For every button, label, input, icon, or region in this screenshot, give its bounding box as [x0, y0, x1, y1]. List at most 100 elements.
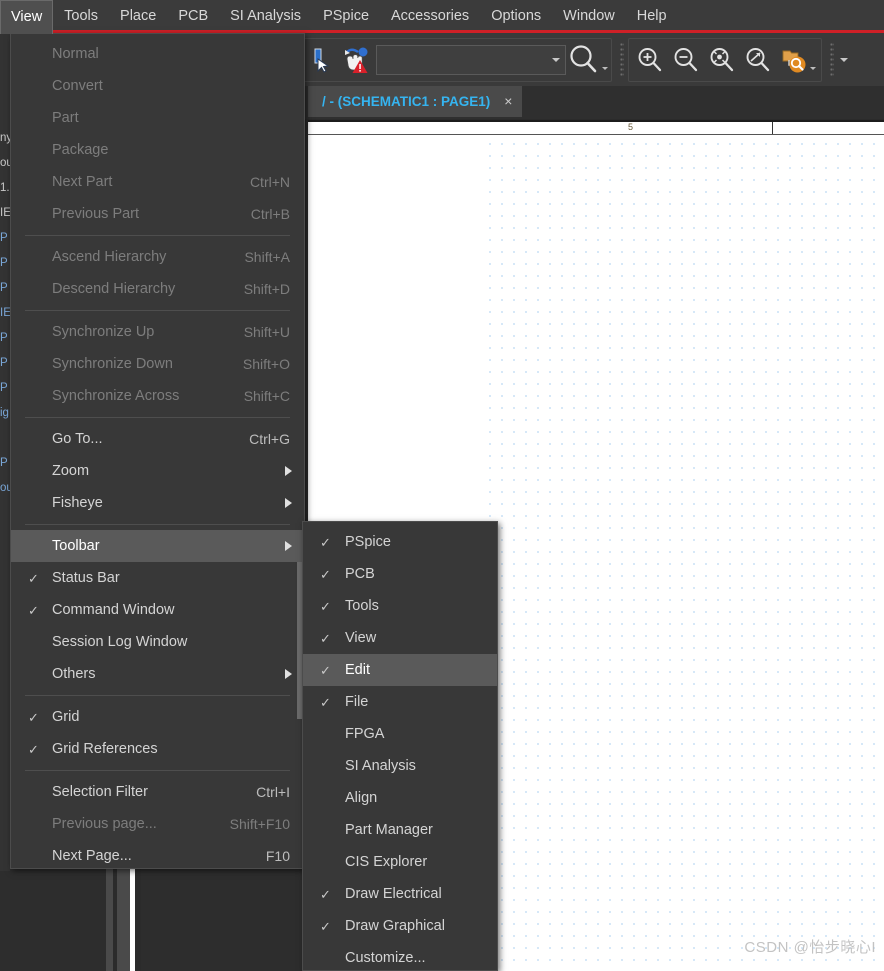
view-menu-item-synchronize-down[interactable]: Synchronize DownShift+O [11, 348, 304, 380]
menu-item-label: Package [52, 142, 290, 158]
menu-options[interactable]: Options [480, 0, 552, 33]
project-tree-row[interactable] [0, 426, 10, 450]
menu-separator [25, 417, 290, 418]
toolbar-submenu-item-fpga[interactable]: FPGA [303, 718, 497, 750]
schematic-canvas[interactable] [482, 135, 884, 971]
view-menu-item-ascend-hierarchy[interactable]: Ascend HierarchyShift+A [11, 241, 304, 273]
menu-tools[interactable]: Tools [53, 0, 109, 33]
view-menu-item-fisheye[interactable]: Fisheye [11, 487, 304, 519]
project-tree-row[interactable]: ig [0, 401, 10, 425]
project-tree-row[interactable]: P [0, 276, 10, 300]
menu-item-label: CIS Explorer [345, 854, 483, 870]
checkmark-icon: ✓ [320, 888, 331, 901]
project-manager-panel[interactable]: nyou1.IEPPPIEPPPigPou [0, 86, 10, 871]
view-menu-item-command-window[interactable]: ✓Command Window [11, 594, 304, 626]
menu-si-analysis[interactable]: SI Analysis [219, 0, 312, 33]
project-tree-row[interactable]: P [0, 351, 10, 375]
view-menu-item-toolbar[interactable]: Toolbar [11, 530, 304, 562]
view-menu-item-synchronize-across[interactable]: Synchronize AcrossShift+C [11, 380, 304, 412]
project-tree-row[interactable]: P [0, 451, 10, 475]
toolbar-submenu-item-view[interactable]: ✓View [303, 622, 497, 654]
view-menu-item-go-to[interactable]: Go To...Ctrl+G [11, 423, 304, 455]
toolbar-submenu-item-draw-electrical[interactable]: ✓Draw Electrical [303, 878, 497, 910]
project-tree-row[interactable]: 1. [0, 176, 10, 200]
toolbar-submenu-item-align[interactable]: Align [303, 782, 497, 814]
toolbar-submenu-item-draw-graphical[interactable]: ✓Draw Graphical [303, 910, 497, 942]
menu-separator [25, 695, 290, 696]
lower-left-filler [0, 866, 308, 971]
grid-reference-ruler-left [308, 120, 482, 135]
project-tree-row[interactable]: IE [0, 301, 10, 325]
menu-item-label: Align [345, 790, 483, 806]
select-cursor-icon[interactable] [304, 40, 340, 80]
view-menu-item-descend-hierarchy[interactable]: Descend HierarchyShift+D [11, 273, 304, 305]
search-input[interactable] [376, 45, 566, 75]
find-magnifier-icon[interactable] [566, 40, 608, 80]
view-menu-item-others[interactable]: Others [11, 658, 304, 690]
menu-accessories[interactable]: Accessories [380, 0, 480, 33]
view-menu-item-next-part[interactable]: Next PartCtrl+N [11, 166, 304, 198]
toolbar-submenu-item-pcb[interactable]: ✓PCB [303, 558, 497, 590]
menu-item-shortcut: Shift+A [244, 249, 290, 265]
chevron-down-icon[interactable] [602, 67, 608, 70]
project-tree-row[interactable]: ou [0, 476, 10, 500]
view-menu-item-previous-page[interactable]: Previous page...Shift+F10 [11, 808, 304, 840]
close-icon[interactable]: × [504, 86, 512, 117]
zoom-to-region-icon[interactable] [740, 40, 776, 80]
toolbar-submenu-item-file[interactable]: ✓File [303, 686, 497, 718]
menu-separator [25, 524, 290, 525]
view-menu-item-zoom[interactable]: Zoom [11, 455, 304, 487]
toolbar-submenu-item-part-manager[interactable]: Part Manager [303, 814, 497, 846]
menu-place[interactable]: Place [109, 0, 167, 33]
view-menu-item-previous-part[interactable]: Previous PartCtrl+B [11, 198, 304, 230]
view-menu-item-selection-filter[interactable]: Selection FilterCtrl+I [11, 776, 304, 808]
project-tree-row[interactable]: P [0, 376, 10, 400]
menu-item-label: Descend Hierarchy [52, 281, 224, 297]
hand-drag-warning-icon[interactable] [340, 40, 376, 80]
toolbar-grip[interactable] [620, 42, 624, 78]
project-tree-row[interactable]: ou [0, 151, 10, 175]
checkmark-icon: ✓ [28, 711, 39, 724]
view-menu-item-convert[interactable]: Convert [11, 70, 304, 102]
view-menu-item-synchronize-up[interactable]: Synchronize UpShift+U [11, 316, 304, 348]
view-menu-item-grid-references[interactable]: ✓Grid References [11, 733, 304, 765]
project-tree-row[interactable]: P [0, 326, 10, 350]
toolbar-submenu-item-edit[interactable]: ✓Edit [303, 654, 497, 686]
toolbar-submenu-item-tools[interactable]: ✓Tools [303, 590, 497, 622]
toolbar-submenu-item-customize[interactable]: Customize... [303, 942, 497, 971]
toolbar-grip-end[interactable] [830, 42, 834, 78]
view-menu-item-next-page[interactable]: Next Page...F10 [11, 840, 304, 872]
chevron-down-icon[interactable] [552, 58, 560, 62]
submenu-arrow-icon [285, 498, 292, 508]
view-menu-item-normal[interactable]: Normal [11, 38, 304, 70]
checkmark-icon: ✓ [320, 568, 331, 581]
project-tree-row[interactable]: ny [0, 126, 10, 150]
toolbar-submenu-item-cis-explorer[interactable]: CIS Explorer [303, 846, 497, 878]
view-menu-item-package[interactable]: Package [11, 134, 304, 166]
toolbar-submenu-item-si-analysis[interactable]: SI Analysis [303, 750, 497, 782]
menu-item-label: Command Window [52, 602, 290, 618]
view-menu-item-status-bar[interactable]: ✓Status Bar [11, 562, 304, 594]
project-tree-row[interactable]: IE [0, 201, 10, 225]
menu-view[interactable]: View [0, 0, 53, 34]
toolbar-overflow-icon[interactable] [840, 58, 848, 62]
zoom-out-icon[interactable] [668, 40, 704, 80]
chevron-down-icon[interactable] [810, 67, 816, 70]
document-tab-schematic1-page1[interactable]: / - (SCHEMATIC1 : PAGE1) × [308, 86, 522, 117]
toolbar-group-edit [300, 38, 612, 82]
zoom-browse-icon[interactable] [776, 40, 818, 80]
view-menu-item-session-log-window[interactable]: Session Log Window [11, 626, 304, 658]
menu-item-label: Status Bar [52, 570, 290, 586]
view-menu-item-grid[interactable]: ✓Grid [11, 701, 304, 733]
menu-pspice[interactable]: PSpice [312, 0, 380, 33]
zoom-to-fit-icon[interactable] [704, 40, 740, 80]
project-tree-row[interactable]: P [0, 251, 10, 275]
toolbar-submenu-item-pspice[interactable]: ✓PSpice [303, 526, 497, 558]
menu-pcb[interactable]: PCB [167, 0, 219, 33]
menu-help[interactable]: Help [626, 0, 678, 33]
project-tree-row[interactable]: P [0, 226, 10, 250]
menu-item-label: Others [52, 666, 290, 682]
menu-window[interactable]: Window [552, 0, 626, 33]
view-menu-item-part[interactable]: Part [11, 102, 304, 134]
zoom-in-icon[interactable] [632, 40, 668, 80]
